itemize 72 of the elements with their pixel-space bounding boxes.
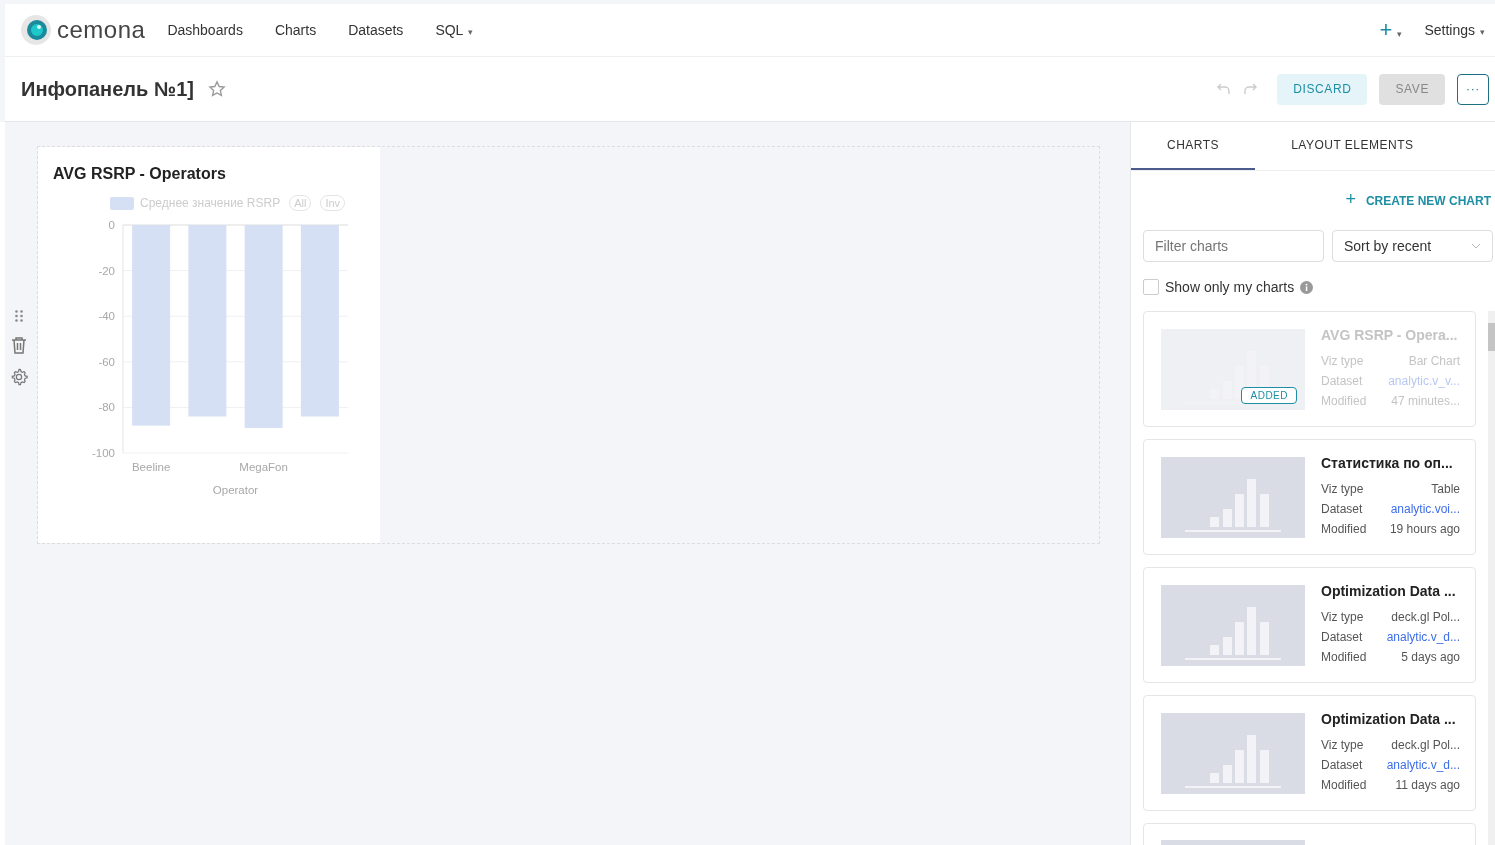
nav-link[interactable]: Datasets	[348, 22, 404, 38]
chart-name: Optimization Data ...	[1321, 583, 1457, 599]
bar[interactable]	[244, 225, 283, 428]
dataset-link[interactable]: analytic.v_d...	[1386, 627, 1460, 647]
y-tick-label: -80	[98, 401, 115, 414]
field-value: deck.gl Pol...	[1391, 609, 1460, 626]
nav-link[interactable]: SQL ▾	[435, 22, 474, 38]
filter-field[interactable]: Filter charts	[1143, 230, 1324, 262]
added-badge: ADDED	[1241, 386, 1297, 404]
add-menu-button[interactable]: + ▾	[1379, 17, 1403, 43]
field-label: Dataset	[1321, 757, 1363, 774]
x-tick-label: Beeline	[131, 461, 171, 473]
redo-icon[interactable]	[1243, 82, 1258, 96]
field-label: Modified	[1321, 393, 1367, 410]
field-label: Modified	[1321, 521, 1367, 538]
chart-name: Статистика по оп...	[1321, 455, 1454, 471]
bar[interactable]	[300, 225, 339, 417]
panel-tab[interactable]: LAYOUT ELEMENTS	[1255, 122, 1450, 170]
chart-title: AVG RSRP - Operators	[53, 165, 227, 183]
dashboard-title[interactable]: Инфопанель №1]	[21, 77, 194, 101]
field-label: Viz type	[1321, 353, 1364, 370]
dataset-link[interactable]: analytic.voi...	[1390, 499, 1460, 519]
chevron-down-icon[interactable]	[1471, 243, 1481, 249]
field-value: deck.gl Pol...	[1391, 737, 1460, 754]
y-tick-label: -100	[91, 447, 115, 459]
undo-icon[interactable]	[1217, 82, 1232, 96]
field-value: 11 days ago	[1395, 777, 1460, 794]
bar[interactable]	[188, 225, 227, 417]
settings-icon[interactable]	[9, 368, 28, 386]
star-icon[interactable]	[207, 80, 226, 98]
y-tick-label: -20	[98, 264, 115, 277]
panel-tab[interactable]: CHARTS	[1131, 122, 1256, 170]
field-value: Bar Chart	[1408, 353, 1460, 370]
field-value: 47 minutes...	[1391, 393, 1460, 410]
nav-link[interactable]: Dashboards	[167, 22, 243, 38]
bar[interactable]	[132, 225, 171, 426]
x-axis-title: Operator	[212, 484, 259, 496]
field-value: 5 days ago	[1401, 649, 1460, 666]
field-value: 19 hours ago	[1389, 521, 1460, 538]
field-label: Viz type	[1321, 737, 1364, 754]
drag-handle-icon[interactable]	[14, 310, 23, 322]
field-label: Dataset	[1321, 629, 1363, 646]
brand-name[interactable]: cemona	[57, 16, 146, 44]
chart-list-card[interactable]: Optimization Data ... Viz type deck.gl Pol... Dataset analytic.v_d... Modified 11 days ago	[1143, 695, 1476, 811]
legend-swatch	[110, 196, 134, 210]
chart-name: AVG RSRP - Opera...	[1321, 327, 1459, 343]
field-label: Modified	[1321, 649, 1367, 666]
more-options-button[interactable]: ···	[1457, 73, 1489, 105]
field-label: Viz type	[1321, 609, 1364, 626]
nav-link[interactable]: Charts	[274, 22, 317, 38]
field-value: Table	[1431, 481, 1460, 498]
chart-list-card[interactable]: Статистика по оп... Viz type Table Dataset analytic.voi... Modified 19 hours ago	[1143, 439, 1476, 555]
dataset-link[interactable]: analytic.v_d...	[1386, 755, 1460, 775]
field-label: Modified	[1321, 777, 1367, 794]
chart-list-card[interactable]: ADDED AVG RSRP - Opera... Viz type Bar Chart Dataset analytic.v_v... Modified 47 minutes...	[1143, 311, 1476, 427]
checkbox-label[interactable]: Show only my charts	[1165, 279, 1295, 295]
logo-icon[interactable]	[21, 15, 51, 45]
field-label: Dataset	[1321, 501, 1363, 518]
info-icon[interactable]	[1300, 280, 1314, 294]
field-label: Viz type	[1321, 481, 1364, 498]
x-tick-label: MegaFon	[239, 461, 288, 473]
sort-dropdown[interactable]: Sort by recent	[1332, 230, 1493, 262]
chart-list-card[interactable]: Optimization Data ... Viz type deck.gl Pol... Dataset analytic.v_d... Modified 5 days ago	[1143, 567, 1476, 683]
chart-name: Optimization Data ...	[1321, 711, 1457, 727]
y-tick-label: -40	[98, 310, 115, 323]
y-tick-label: -60	[98, 355, 115, 368]
y-tick-label: 0	[108, 219, 115, 231]
checkbox[interactable]	[1143, 279, 1159, 295]
settings-menu-button[interactable]: Settings ▾	[1424, 22, 1485, 38]
trash-icon[interactable]	[10, 336, 27, 354]
create-chart-link[interactable]: + CREATE NEW CHART	[1345, 189, 1491, 210]
field-label: Dataset	[1321, 373, 1363, 390]
